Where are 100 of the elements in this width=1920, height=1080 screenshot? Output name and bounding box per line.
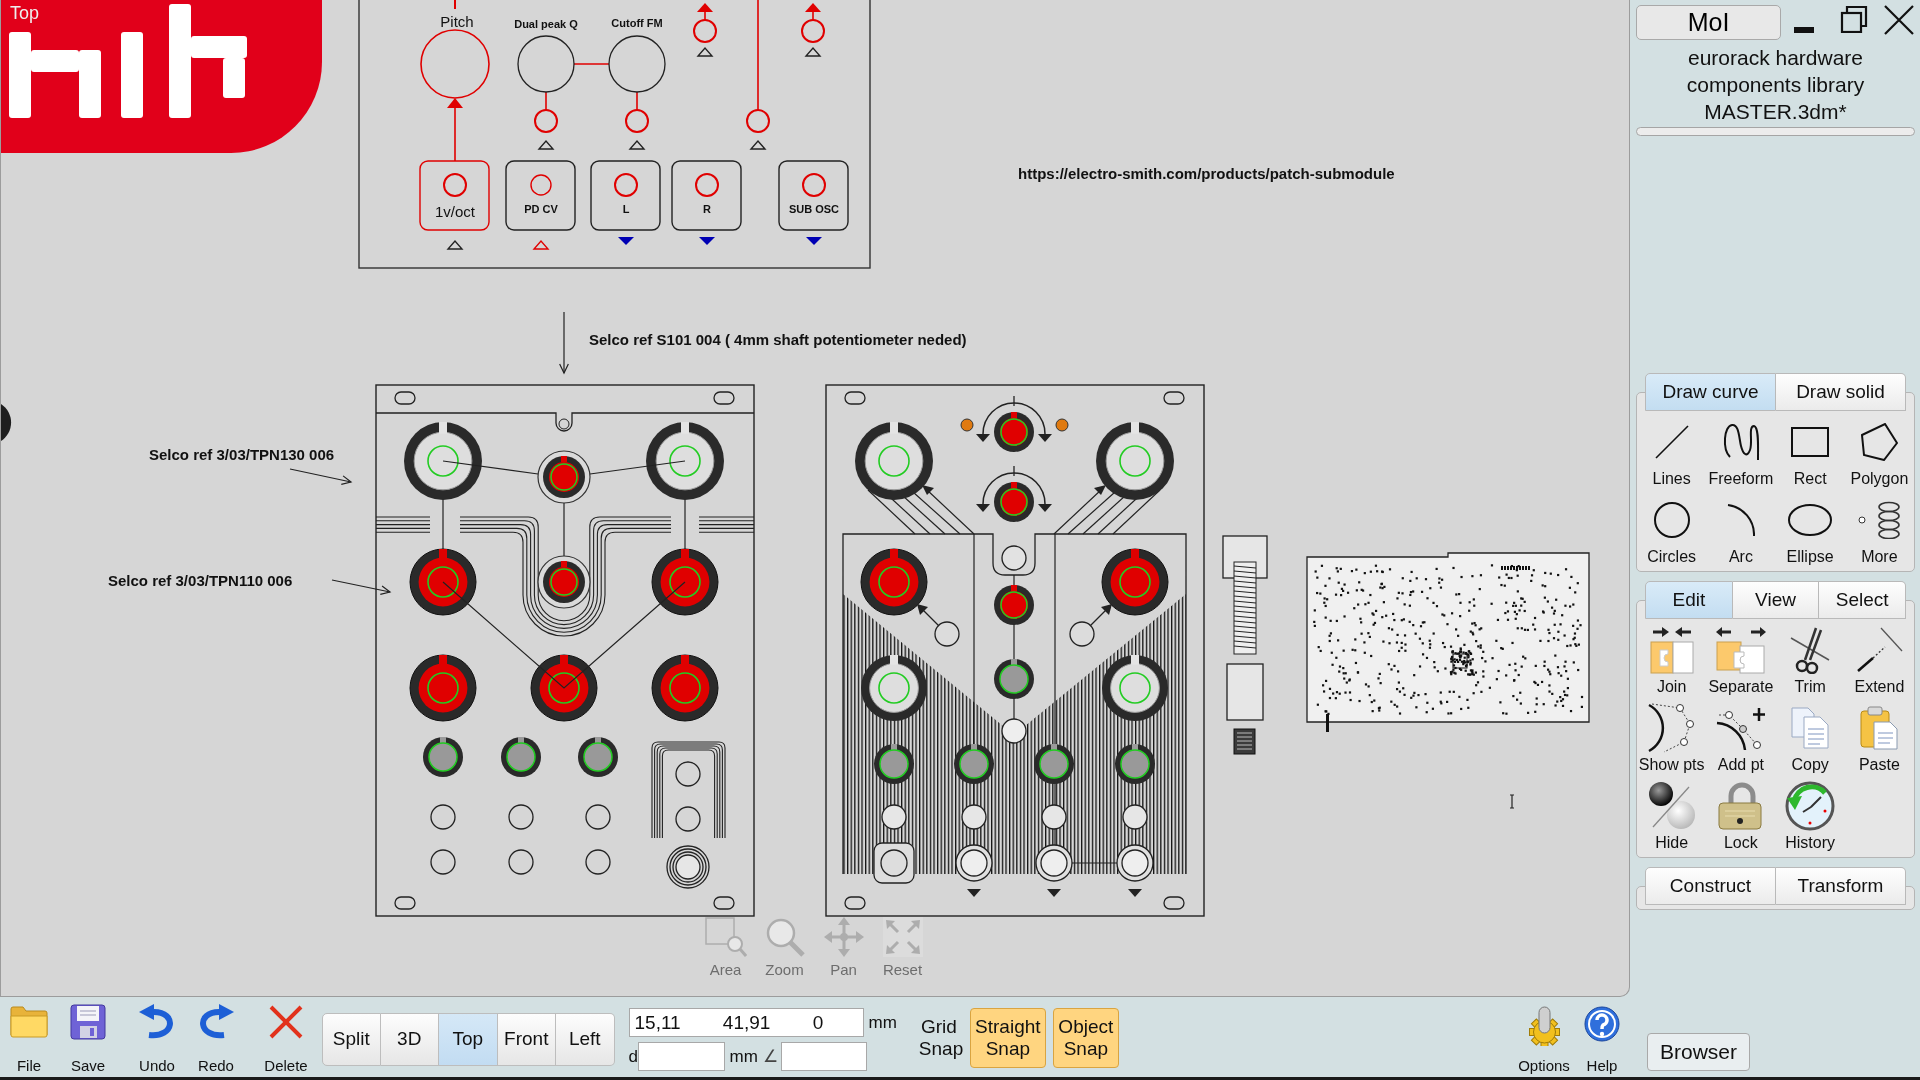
toolbar-button[interactable]: Undo — [128, 997, 186, 1077]
mounting-slot — [394, 896, 416, 910]
palette-tab[interactable]: View — [1732, 581, 1820, 619]
mounting-slot — [713, 896, 735, 910]
triangle-marker-icon — [537, 139, 555, 150]
knob — [423, 737, 463, 777]
jack-module — [778, 160, 849, 231]
snap-toggle[interactable]: Straight Snap — [969, 1008, 1046, 1068]
snap-toggle[interactable]: Grid Snap — [915, 1008, 962, 1068]
knob-label: Cutoff FM — [611, 17, 663, 29]
output-marker-icon — [699, 237, 715, 245]
knob — [994, 585, 1034, 625]
leader-arrow — [331, 579, 392, 596]
tool-button[interactable]: History — [1775, 779, 1845, 857]
mounting-slot — [394, 391, 416, 405]
extend-line-icon — [1855, 627, 1904, 673]
palette-tab[interactable]: Construct — [1645, 867, 1776, 905]
mounting-slot — [1163, 391, 1185, 405]
output-marker-icon — [806, 237, 822, 245]
pointer-arrow — [1089, 604, 1112, 627]
jack — [1122, 804, 1148, 830]
pentagon-icon — [1860, 423, 1899, 461]
part-note: Selco ref 3/03/TPN130 006 — [149, 446, 335, 463]
palette-tab[interactable]: Draw curve — [1645, 373, 1776, 411]
snap-toggle[interactable]: Object Snap — [1052, 1008, 1119, 1068]
close-icon[interactable] — [1884, 5, 1914, 35]
toolbar-button[interactable]: Delete — [255, 997, 317, 1077]
tool-button[interactable]: Circles — [1637, 493, 1707, 571]
display-mode-tab[interactable]: 3D — [380, 1013, 439, 1066]
puzzle-pieces-icon — [1715, 626, 1766, 674]
tool-button[interactable]: Ellipse — [1775, 493, 1845, 571]
jack — [881, 804, 907, 830]
knob — [501, 737, 541, 777]
display-mode-tab[interactable]: Front — [497, 1013, 556, 1066]
triangle-marker-icon — [1047, 889, 1061, 897]
tool-button[interactable]: Lines — [1637, 415, 1707, 493]
palette-tab[interactable]: Transform — [1776, 867, 1906, 905]
triangle-marker-icon — [1128, 889, 1142, 897]
tool-button[interactable]: Hide — [1637, 779, 1707, 857]
tool-button[interactable]: Rect — [1775, 415, 1845, 493]
toolbar-button[interactable]: File — [0, 997, 58, 1077]
coordinate-field[interactable]: 15,11 41,91 0 — [628, 1008, 864, 1037]
tool-button[interactable]: Paste — [1844, 701, 1914, 779]
knob — [517, 35, 575, 93]
palette-tab[interactable]: Select — [1819, 581, 1906, 619]
browser-button[interactable]: Browser — [1647, 1033, 1750, 1071]
tool-button[interactable]: Copy — [1775, 701, 1845, 779]
pointer-arrow — [1053, 485, 1106, 535]
toolbar-button[interactable]: Options — [1513, 997, 1575, 1077]
tool-button[interactable]: Show pts — [1637, 701, 1707, 779]
jack — [801, 19, 825, 43]
signal-line — [636, 91, 638, 111]
jack — [675, 806, 701, 832]
display-mode-tab[interactable]: Split — [322, 1013, 381, 1066]
restore-icon[interactable] — [1840, 5, 1868, 33]
knob — [994, 659, 1034, 699]
palette-tab[interactable]: Draw solid — [1776, 373, 1906, 411]
knob — [1034, 744, 1074, 784]
tool-button[interactable]: Freeform — [1706, 415, 1776, 493]
app-menu-button[interactable]: MoI — [1636, 5, 1781, 40]
tool-button[interactable]: Extend — [1844, 623, 1914, 701]
tool-button[interactable]: Add pt — [1706, 701, 1776, 779]
knob — [1115, 744, 1155, 784]
jack-module — [671, 160, 742, 231]
jack — [961, 804, 987, 830]
toolbar-button[interactable]: Save — [59, 997, 117, 1077]
connection-line — [1071, 862, 1118, 864]
knob — [651, 654, 719, 722]
toolbar-button[interactable]: Help — [1577, 997, 1627, 1077]
palette-tab[interactable]: Edit — [1645, 581, 1733, 619]
led-icon — [960, 418, 974, 432]
toolbar-button[interactable]: Redo — [187, 997, 245, 1077]
distance-field[interactable] — [637, 1042, 725, 1071]
tool-button[interactable]: Arc — [1706, 493, 1776, 571]
jack — [666, 845, 710, 889]
jack-label: R — [703, 203, 711, 215]
tool-button[interactable]: Join — [1637, 623, 1707, 701]
display-mode-tab[interactable]: Left — [556, 1013, 615, 1066]
unit-label: mm — [868, 1011, 897, 1034]
document-title: eurorack hardware components library MASTER.3dm* — [1685, 45, 1866, 125]
knob — [1101, 548, 1169, 616]
documents-icon — [1790, 707, 1831, 749]
part-note: Selco ref S101 004 ( 4mm shaft potentiometer neded) — [589, 331, 967, 348]
angle-field[interactable] — [780, 1042, 867, 1071]
knob — [578, 737, 618, 777]
jack — [1116, 844, 1154, 882]
text-cursor-icon — [1509, 794, 1515, 809]
part-note: Selco ref 3/03/TPN110 006 — [108, 572, 293, 589]
display-mode-tab[interactable]: Top — [439, 1013, 498, 1066]
mounting-slot — [713, 391, 735, 405]
tool-button[interactable]: Separate — [1706, 623, 1776, 701]
tool-button[interactable]: More — [1844, 493, 1914, 571]
tool-button[interactable]: Trim — [1775, 623, 1845, 701]
jack — [625, 109, 649, 133]
tool-button[interactable]: Lock — [1706, 779, 1776, 857]
jack-label: SUB OSC — [788, 203, 840, 215]
jack — [873, 842, 915, 884]
tool-button[interactable]: Polygon — [1844, 415, 1914, 493]
signal-line — [573, 63, 610, 65]
jack — [693, 19, 717, 43]
